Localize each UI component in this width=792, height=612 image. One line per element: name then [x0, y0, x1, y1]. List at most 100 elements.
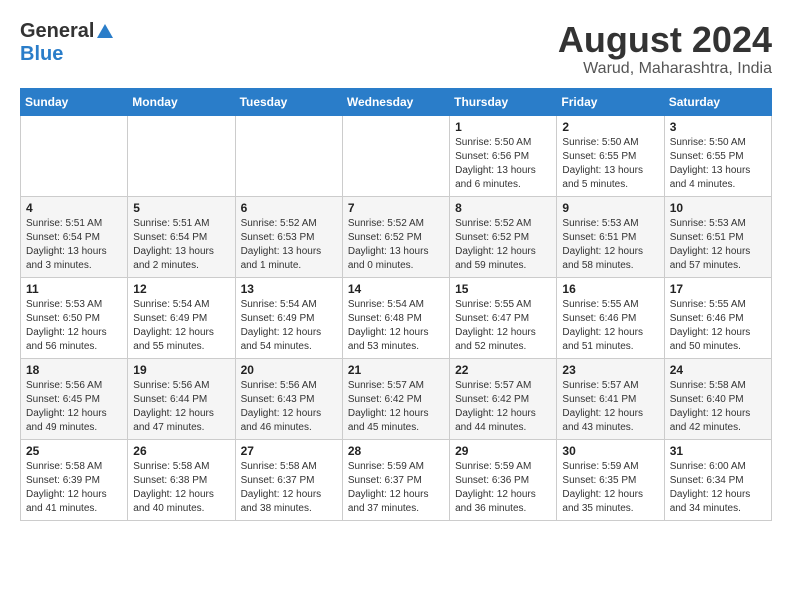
- weekday-header: Monday: [128, 88, 235, 115]
- day-number: 24: [670, 363, 766, 377]
- weekday-header: Wednesday: [342, 88, 449, 115]
- calendar-location: Warud, Maharashtra, India: [558, 60, 772, 78]
- day-info: Sunrise: 5:59 AM Sunset: 6:35 PM Dayligh…: [562, 460, 658, 516]
- day-info: Sunrise: 5:53 AM Sunset: 6:50 PM Dayligh…: [26, 298, 122, 354]
- calendar-header-row: SundayMondayTuesdayWednesdayThursdayFrid…: [21, 88, 772, 115]
- day-info: Sunrise: 5:52 AM Sunset: 6:53 PM Dayligh…: [241, 217, 337, 273]
- day-number: 21: [348, 363, 444, 377]
- calendar-cell: [128, 115, 235, 196]
- day-info: Sunrise: 5:58 AM Sunset: 6:40 PM Dayligh…: [670, 379, 766, 435]
- calendar-cell: 11 Sunrise: 5:53 AM Sunset: 6:50 PM Dayli…: [21, 277, 128, 358]
- logo-blue-text: Blue: [20, 43, 63, 66]
- day-info: Sunrise: 5:51 AM Sunset: 6:54 PM Dayligh…: [133, 217, 229, 273]
- day-number: 25: [26, 444, 122, 458]
- day-number: 3: [670, 120, 766, 134]
- weekday-header: Friday: [557, 88, 664, 115]
- day-info: Sunrise: 6:00 AM Sunset: 6:34 PM Dayligh…: [670, 460, 766, 516]
- day-info: Sunrise: 5:58 AM Sunset: 6:39 PM Dayligh…: [26, 460, 122, 516]
- day-number: 30: [562, 444, 658, 458]
- day-number: 7: [348, 201, 444, 215]
- day-number: 6: [241, 201, 337, 215]
- calendar-cell: 2 Sunrise: 5:50 AM Sunset: 6:55 PM Daylig…: [557, 115, 664, 196]
- calendar-week-row: 4 Sunrise: 5:51 AM Sunset: 6:54 PM Daylig…: [21, 196, 772, 277]
- day-info: Sunrise: 5:54 AM Sunset: 6:49 PM Dayligh…: [241, 298, 337, 354]
- day-number: 22: [455, 363, 551, 377]
- day-number: 31: [670, 444, 766, 458]
- day-number: 14: [348, 282, 444, 296]
- day-info: Sunrise: 5:52 AM Sunset: 6:52 PM Dayligh…: [348, 217, 444, 273]
- day-number: 28: [348, 444, 444, 458]
- day-info: Sunrise: 5:58 AM Sunset: 6:38 PM Dayligh…: [133, 460, 229, 516]
- day-number: 9: [562, 201, 658, 215]
- day-number: 12: [133, 282, 229, 296]
- calendar-cell: 21 Sunrise: 5:57 AM Sunset: 6:42 PM Dayli…: [342, 358, 449, 439]
- logo-general-text: General: [20, 20, 94, 43]
- calendar-cell: [235, 115, 342, 196]
- day-number: 1: [455, 120, 551, 134]
- day-number: 4: [26, 201, 122, 215]
- day-number: 10: [670, 201, 766, 215]
- calendar-week-row: 11 Sunrise: 5:53 AM Sunset: 6:50 PM Dayli…: [21, 277, 772, 358]
- calendar-cell: 27Sunrise: 5:58 AM Sunset: 6:37 PM Dayli…: [235, 439, 342, 520]
- day-info: Sunrise: 5:50 AM Sunset: 6:55 PM Dayligh…: [670, 136, 766, 192]
- calendar-cell: 4 Sunrise: 5:51 AM Sunset: 6:54 PM Daylig…: [21, 196, 128, 277]
- day-number: 11: [26, 282, 122, 296]
- calendar-cell: 30 Sunrise: 5:59 AM Sunset: 6:35 PM Dayli…: [557, 439, 664, 520]
- weekday-header: Tuesday: [235, 88, 342, 115]
- day-info: Sunrise: 5:56 AM Sunset: 6:43 PM Dayligh…: [241, 379, 337, 435]
- day-number: 23: [562, 363, 658, 377]
- day-number: 18: [26, 363, 122, 377]
- calendar-cell: 23Sunrise: 5:57 AM Sunset: 6:41 PM Dayli…: [557, 358, 664, 439]
- day-info: Sunrise: 5:56 AM Sunset: 6:45 PM Dayligh…: [26, 379, 122, 435]
- logo: General Blue: [20, 20, 114, 66]
- calendar-cell: 3 Sunrise: 5:50 AM Sunset: 6:55 PM Daylig…: [664, 115, 771, 196]
- calendar-cell: 29Sunrise: 5:59 AM Sunset: 6:36 PM Dayli…: [450, 439, 557, 520]
- calendar-cell: 5Sunrise: 5:51 AM Sunset: 6:54 PM Daylig…: [128, 196, 235, 277]
- page-header: General Blue August 2024 Warud, Maharash…: [20, 20, 772, 78]
- calendar-cell: 12 Sunrise: 5:54 AM Sunset: 6:49 PM Dayli…: [128, 277, 235, 358]
- calendar-week-row: 18 Sunrise: 5:56 AM Sunset: 6:45 PM Dayli…: [21, 358, 772, 439]
- weekday-header: Sunday: [21, 88, 128, 115]
- calendar-cell: 13 Sunrise: 5:54 AM Sunset: 6:49 PM Dayli…: [235, 277, 342, 358]
- calendar-cell: 1 Sunrise: 5:50 AM Sunset: 6:56 PM Daylig…: [450, 115, 557, 196]
- day-info: Sunrise: 5:50 AM Sunset: 6:56 PM Dayligh…: [455, 136, 551, 192]
- day-info: Sunrise: 5:53 AM Sunset: 6:51 PM Dayligh…: [670, 217, 766, 273]
- day-info: Sunrise: 5:57 AM Sunset: 6:42 PM Dayligh…: [348, 379, 444, 435]
- calendar-cell: 20 Sunrise: 5:56 AM Sunset: 6:43 PM Dayli…: [235, 358, 342, 439]
- day-info: Sunrise: 5:59 AM Sunset: 6:37 PM Dayligh…: [348, 460, 444, 516]
- weekday-header: Thursday: [450, 88, 557, 115]
- day-number: 2: [562, 120, 658, 134]
- day-number: 13: [241, 282, 337, 296]
- calendar-cell: 6 Sunrise: 5:52 AM Sunset: 6:53 PM Daylig…: [235, 196, 342, 277]
- day-info: Sunrise: 5:57 AM Sunset: 6:42 PM Dayligh…: [455, 379, 551, 435]
- calendar-week-row: 25 Sunrise: 5:58 AM Sunset: 6:39 PM Dayli…: [21, 439, 772, 520]
- calendar-cell: [342, 115, 449, 196]
- calendar-cell: 14 Sunrise: 5:54 AM Sunset: 6:48 PM Dayli…: [342, 277, 449, 358]
- day-number: 20: [241, 363, 337, 377]
- calendar-cell: 7 Sunrise: 5:52 AM Sunset: 6:52 PM Daylig…: [342, 196, 449, 277]
- day-info: Sunrise: 5:53 AM Sunset: 6:51 PM Dayligh…: [562, 217, 658, 273]
- day-number: 8: [455, 201, 551, 215]
- day-info: Sunrise: 5:55 AM Sunset: 6:46 PM Dayligh…: [670, 298, 766, 354]
- calendar-cell: 16Sunrise: 5:55 AM Sunset: 6:46 PM Dayli…: [557, 277, 664, 358]
- calendar-cell: 25 Sunrise: 5:58 AM Sunset: 6:39 PM Dayli…: [21, 439, 128, 520]
- calendar-cell: 15Sunrise: 5:55 AM Sunset: 6:47 PM Dayli…: [450, 277, 557, 358]
- day-number: 16: [562, 282, 658, 296]
- day-number: 17: [670, 282, 766, 296]
- calendar-cell: 10 Sunrise: 5:53 AM Sunset: 6:51 PM Dayli…: [664, 196, 771, 277]
- day-info: Sunrise: 5:56 AM Sunset: 6:44 PM Dayligh…: [133, 379, 229, 435]
- title-block: August 2024 Warud, Maharashtra, India: [558, 20, 772, 78]
- day-info: Sunrise: 5:51 AM Sunset: 6:54 PM Dayligh…: [26, 217, 122, 273]
- day-info: Sunrise: 5:50 AM Sunset: 6:55 PM Dayligh…: [562, 136, 658, 192]
- day-info: Sunrise: 5:59 AM Sunset: 6:36 PM Dayligh…: [455, 460, 551, 516]
- calendar-cell: 17 Sunrise: 5:55 AM Sunset: 6:46 PM Dayli…: [664, 277, 771, 358]
- day-info: Sunrise: 5:54 AM Sunset: 6:48 PM Dayligh…: [348, 298, 444, 354]
- calendar-cell: 26Sunrise: 5:58 AM Sunset: 6:38 PM Dayli…: [128, 439, 235, 520]
- calendar-cell: 8 Sunrise: 5:52 AM Sunset: 6:52 PM Daylig…: [450, 196, 557, 277]
- weekday-header: Saturday: [664, 88, 771, 115]
- day-info: Sunrise: 5:55 AM Sunset: 6:47 PM Dayligh…: [455, 298, 551, 354]
- day-info: Sunrise: 5:54 AM Sunset: 6:49 PM Dayligh…: [133, 298, 229, 354]
- day-info: Sunrise: 5:52 AM Sunset: 6:52 PM Dayligh…: [455, 217, 551, 273]
- logo-triangle-icon: [96, 22, 114, 40]
- calendar-cell: 19Sunrise: 5:56 AM Sunset: 6:44 PM Dayli…: [128, 358, 235, 439]
